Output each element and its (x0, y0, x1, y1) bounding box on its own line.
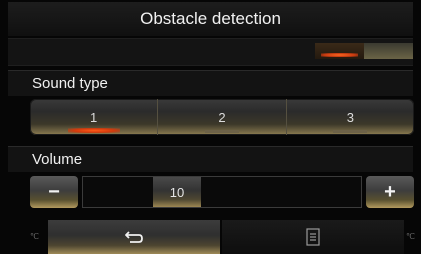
bottom-bar: ℃ ℃ (0, 220, 421, 254)
selected-indicator (67, 128, 120, 133)
screen: Obstacle detection Sound type 1 2 3 Volu… (0, 0, 421, 254)
toggle-off-segment[interactable] (364, 43, 413, 59)
corner-left-glyph: ℃ (30, 232, 39, 241)
sound-type-option-1[interactable]: 1 (30, 99, 159, 135)
page-title: Obstacle detection (8, 2, 413, 36)
volume-increase-button[interactable]: + (366, 176, 414, 208)
volume-label-text: Volume (32, 151, 83, 168)
minus-icon: − (48, 180, 60, 203)
menu-list-icon (306, 228, 320, 246)
sound-type-selector: 1 2 3 (30, 99, 414, 135)
page-title-text: Obstacle detection (140, 9, 281, 28)
plus-icon: + (384, 180, 396, 203)
sound-type-option-label: 3 (346, 109, 354, 125)
sound-type-label-text: Sound type (32, 75, 108, 92)
back-arrow-icon (124, 229, 144, 245)
menu-button[interactable] (222, 220, 404, 254)
volume-value: 10 (169, 184, 185, 200)
volume-slider-thumb[interactable]: 10 (153, 177, 201, 207)
volume-control: − 10 + (30, 176, 414, 208)
volume-slider[interactable]: 10 (82, 176, 362, 208)
obstacle-detection-toggle[interactable] (315, 43, 413, 59)
sound-type-option-label: 2 (218, 109, 226, 125)
volume-label: Volume (8, 146, 413, 172)
sound-type-option-3[interactable]: 3 (287, 99, 414, 135)
sound-type-label: Sound type (8, 70, 413, 96)
corner-right-glyph: ℃ (406, 232, 415, 241)
volume-decrease-button[interactable]: − (30, 176, 78, 208)
obstacle-detection-toggle-row (8, 38, 413, 66)
sound-type-option-2[interactable]: 2 (158, 99, 287, 135)
option-indicator (333, 130, 368, 133)
sound-type-option-label: 1 (90, 109, 98, 125)
back-button[interactable] (48, 220, 220, 254)
toggle-on-segment[interactable] (315, 43, 364, 59)
option-indicator (204, 130, 239, 133)
